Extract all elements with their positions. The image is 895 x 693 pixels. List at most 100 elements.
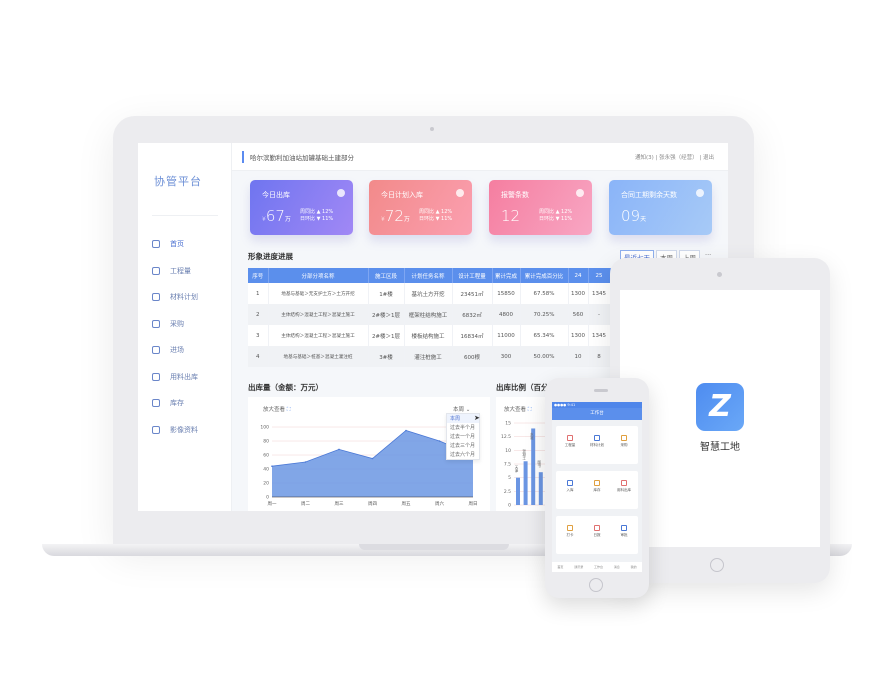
data-point[interactable] <box>304 461 307 463</box>
laptop-camera <box>430 127 434 131</box>
card-title: 今日计划入库 <box>381 191 423 199</box>
card-number: 72 <box>384 207 404 225</box>
table-cell: 6832㎡ <box>452 304 493 325</box>
phone-menu-item[interactable]: 用料出库 <box>611 480 637 493</box>
bar-label: 天津 <box>514 466 519 474</box>
card-stats: 周同比 ▲ 12% 日环比 ▼ 11% <box>539 209 572 223</box>
sidebar-item-label: 首页 <box>170 240 184 248</box>
table-row[interactable]: 2 主体结构＞混凝土工程＞混凝土施工 2#楼＞1层 框架柱结构施工 6832㎡ 4800 7… <box>248 304 611 325</box>
phone-tab-0[interactable]: 首页 <box>557 565 563 569</box>
column-header[interactable]: 计划任务名称 <box>404 268 453 283</box>
sidebar-item-4[interactable]: 进场 <box>152 343 230 357</box>
table-row[interactable]: 4 地基与基础＞桩基＞混凝土灌注桩 3#楼 灌注桩施工 600根 300 50.00% 10 8 <box>248 346 611 367</box>
bar[interactable] <box>523 461 528 505</box>
phone-menu-item[interactable]: 日报 <box>584 525 610 538</box>
data-point[interactable] <box>438 440 441 442</box>
sidebar-item-3[interactable]: 采购 <box>152 317 230 331</box>
menu-item-icon <box>594 480 600 486</box>
grid-icon <box>152 266 160 275</box>
week-compare: 周同比 ▲ 12% <box>419 209 453 215</box>
y-tick-label: 100 <box>260 425 269 431</box>
user-menu[interactable]: 通知(3) | 张永强（经营） | 退出 <box>635 153 714 161</box>
bar[interactable] <box>516 477 520 505</box>
table-cell: 3#楼 <box>368 346 405 367</box>
sidebar-item-5[interactable]: 用料出库 <box>152 370 230 384</box>
bar[interactable] <box>531 428 536 505</box>
phone-menu-item[interactable]: 审批 <box>611 525 637 538</box>
sidebar-item-7[interactable]: 影像资料 <box>152 423 230 437</box>
phone-menu-item[interactable]: 采购 <box>611 435 637 448</box>
phone-tab-3[interactable]: 消息 <box>614 565 620 569</box>
phone-tab-4[interactable]: 我的 <box>631 565 637 569</box>
table-cell: 1345 <box>588 325 611 346</box>
app-name: 智慧工地 <box>700 442 740 453</box>
stat-card-0[interactable]: 今日出库 ¥67万 周同比 ▲ 12% 日环比 ▼ 11% <box>250 180 353 235</box>
phone-speaker <box>594 389 608 392</box>
sidebar-item-1[interactable]: 工程量 <box>152 264 230 278</box>
dropdown-option[interactable]: 过去半个月 <box>447 423 479 432</box>
progress-title: 形象进度进展 <box>248 252 293 261</box>
sidebar-item-label: 采购 <box>170 319 184 328</box>
card-number: 09 <box>621 207 641 225</box>
table-row[interactable]: 3 主体结构＞混凝土工程＞混凝土施工 2#楼＞1层 楼板结构施工 16834㎡ 11000… <box>248 325 611 346</box>
y-tick-label: 15 <box>505 421 511 427</box>
column-header[interactable]: 24 <box>568 268 589 283</box>
table-cell: 3 <box>248 325 269 346</box>
table-row[interactable]: 1 地基与基础＞无支护土方＞土方开挖 1#楼 基坑土方开挖 23451㎡ 15850 67.… <box>248 283 611 304</box>
column-header[interactable]: 施工区段 <box>368 268 405 283</box>
y-tick-label: 12.5 <box>501 434 511 440</box>
data-point[interactable] <box>338 448 340 451</box>
phone-grid-group: 入库 库存 用料出库 <box>556 471 638 509</box>
column-header[interactable]: 累计完成百分比 <box>520 268 569 283</box>
card-number: 12 <box>501 207 521 225</box>
phone-menu-item[interactable]: 入库 <box>557 480 583 493</box>
stat-card-1[interactable]: 今日计划入库 ¥72万 周同比 ▲ 12% 日环比 ▼ 11% <box>369 180 472 235</box>
table-cell: 2#楼＞1层 <box>368 325 405 346</box>
data-point[interactable] <box>405 429 407 432</box>
info-icon <box>576 189 584 197</box>
menu-item-icon <box>594 435 600 441</box>
x-tick-label: 周六 <box>435 500 444 507</box>
tablet-camera <box>717 272 722 277</box>
card-stats: 周同比 ▲ 12% 日环比 ▼ 11% <box>300 209 333 223</box>
dropdown-option[interactable]: 过去三个月 <box>447 441 479 450</box>
data-point[interactable] <box>371 457 374 460</box>
app-logo-icon[interactable]: Z <box>696 383 744 431</box>
phone-menu-item[interactable]: 材料计划 <box>584 435 610 448</box>
x-tick-label: 周五 <box>402 501 411 507</box>
column-header[interactable]: 累计完成 <box>492 268 521 283</box>
menu-item-icon <box>567 435 573 441</box>
menu-item-label: 打卡 <box>566 533 574 537</box>
menu-item-icon <box>621 525 627 531</box>
column-header[interactable]: 设计工程量 <box>452 268 493 283</box>
stat-card-2[interactable]: 报警条数 12 周同比 ▲ 12% 日环比 ▼ 11% <box>489 180 592 235</box>
tablet-home-button[interactable] <box>710 558 724 572</box>
dropdown-option[interactable]: 过去六个月 <box>447 450 479 459</box>
column-header[interactable]: 分部分项名称 <box>268 268 369 283</box>
phone-menu-item[interactable]: 库存 <box>584 480 610 493</box>
phone-menu-item[interactable]: 打卡 <box>557 525 583 538</box>
sidebar-item-0[interactable]: 首页 <box>152 237 230 251</box>
sidebar-item-6[interactable]: 库存 <box>152 396 230 410</box>
table-cell: 16834㎡ <box>452 325 493 346</box>
table-cell: 灌注桩施工 <box>404 346 453 367</box>
dropdown-option[interactable]: 过去一个月 <box>447 432 479 441</box>
column-header[interactable]: 序号 <box>248 268 269 283</box>
outbound-title: 出库量（金额：万元） <box>248 383 323 392</box>
phone-menu-item[interactable]: 工程量 <box>557 435 583 448</box>
bar-label: 图书 <box>537 460 542 468</box>
stat-card-3[interactable]: 合同工期剩余天数 09天 <box>609 180 712 235</box>
laptop-notch <box>359 544 509 550</box>
sidebar-item-2[interactable]: 材料计划 <box>152 290 230 304</box>
phone-tab-1[interactable]: 通讯录 <box>574 565 583 569</box>
day-compare: 日环比 ▼ 11% <box>300 216 334 222</box>
column-header[interactable]: 25 <box>588 268 611 283</box>
bar[interactable] <box>538 472 543 505</box>
data-point[interactable] <box>271 465 273 467</box>
phone-tab-2[interactable]: 工作台 <box>594 565 603 569</box>
y-tick-label: 40 <box>263 467 269 473</box>
app-logo: 协管平台 <box>154 175 202 188</box>
card-value: 09天 <box>621 207 646 225</box>
phone-home-button[interactable] <box>589 578 603 592</box>
table-cell: 2#楼＞1层 <box>368 304 405 325</box>
